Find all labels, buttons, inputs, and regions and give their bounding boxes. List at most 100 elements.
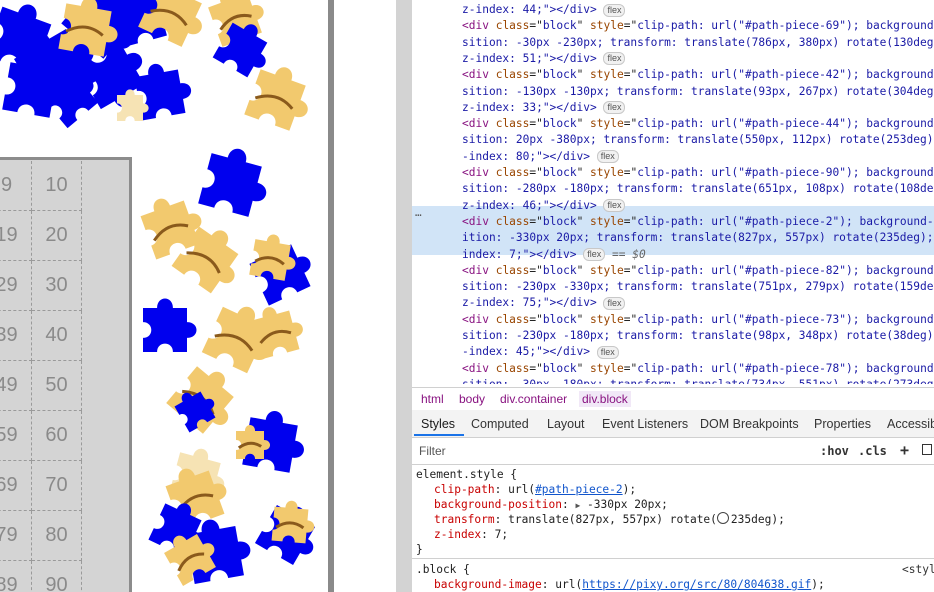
new-rule-button[interactable]: + (900, 441, 909, 459)
dom-node-line[interactable]: -index: 80;"></div> flex (462, 149, 619, 165)
toggle-sidebar-icon[interactable] (922, 444, 932, 455)
decl-value: 7; (494, 528, 509, 541)
node-actions-icon[interactable]: … (415, 206, 422, 219)
angle-clock-icon[interactable] (716, 512, 729, 524)
breadcrumb-item[interactable]: div.container (497, 391, 570, 407)
attr-value: clip-path: url("#path-piece-78"); backgr… (637, 361, 934, 375)
dom-node-line[interactable]: z-index: 33;"></div> flex (462, 100, 626, 116)
dom-node-line[interactable]: <div class="block" style="clip-path: url… (462, 67, 934, 83)
flex-badge[interactable]: flex (596, 150, 619, 164)
board-cell[interactable]: 79 (0, 511, 32, 561)
tab-dom-breakpoints[interactable]: DOM Breakpoints (700, 417, 799, 431)
dom-node-line[interactable]: <div class="block" style="clip-path: url… (462, 116, 934, 132)
board-cell[interactable]: 40 (32, 311, 82, 361)
dom-node-line[interactable]: sition: -30px -230px; transform: transla… (462, 35, 934, 51)
puzzle-board[interactable]: 8910181920282930383940484950585960686970… (0, 157, 132, 592)
board-cell[interactable]: 70 (32, 461, 82, 511)
board-cell[interactable]: 89 (0, 561, 32, 592)
board-cell[interactable]: 69 (0, 461, 32, 511)
decl-value-post: ); (622, 483, 637, 496)
dom-node-line[interactable]: -index: 45;"></div> flex (462, 344, 619, 360)
board-cell[interactable]: 50 (32, 361, 82, 411)
styles-pane: element.style { clip-path: url(#path-pie… (412, 465, 934, 592)
decl-value-pre: url( (555, 578, 583, 591)
hover-state-button[interactable]: :hov (820, 444, 849, 458)
decl-background-image[interactable]: background-image: url(https://pixy.org/s… (434, 577, 825, 592)
decl-value-post: 235deg); (730, 513, 785, 526)
attr-value: block (542, 117, 577, 131)
class-toggle-button[interactable]: .cls (858, 444, 887, 458)
flex-badge[interactable]: flex (603, 296, 626, 310)
tab-properties[interactable]: Properties (814, 417, 871, 431)
board-cell[interactable]: 10 (32, 161, 82, 211)
filter-input[interactable]: Filter (419, 444, 446, 458)
dom-node-line[interactable]: sition: 20px -380px; transform: translat… (462, 132, 934, 148)
sidebar-tabs: Styles Computed Layout Event Listeners DOM B… (412, 410, 934, 438)
puzzle-piece[interactable] (143, 298, 197, 352)
board-cell[interactable]: 80 (32, 511, 82, 561)
attr-value: z-index: 44;"></div> (462, 3, 597, 16)
dom-node-line[interactable]: z-index: 75;"></div> flex (462, 295, 626, 311)
attr-name: class (495, 19, 530, 33)
tab-computed[interactable]: Computed (471, 417, 529, 431)
attr-value: -index: 80;"></div> (462, 149, 590, 163)
dom-node-line[interactable]: sition: -230px -180px; transform: transl… (462, 328, 934, 344)
dom-node-line[interactable]: <div class="block" style="clip-path: url… (462, 361, 934, 377)
attr-name: class (495, 68, 530, 82)
attr-name: style (590, 214, 624, 228)
flex-badge[interactable]: flex (596, 345, 619, 359)
dom-node-line[interactable]: <div class="block" style="clip-path: url… (462, 263, 934, 279)
panel-divider[interactable] (396, 0, 412, 592)
dom-node-line[interactable]: sition: -130px -130px; transform: transl… (462, 84, 934, 100)
decl-z-index[interactable]: z-index: 7; (434, 527, 508, 542)
rule-source-link[interactable]: <styl (902, 562, 934, 577)
dom-node-line[interactable]: z-index: 44;"></div> flex (462, 2, 626, 18)
board-cell[interactable]: 90 (32, 561, 82, 592)
board-cell[interactable]: 19 (0, 211, 32, 261)
dom-node-line[interactable]: sition: -280px -180px; transform: transl… (462, 181, 934, 197)
flex-badge[interactable]: flex (603, 52, 626, 66)
board-cell[interactable]: 30 (32, 261, 82, 311)
board-cell[interactable]: 29 (0, 261, 32, 311)
decl-transform[interactable]: transform: translate(827px, 557px) rotat… (434, 512, 785, 527)
dom-node-line[interactable]: z-index: 46;"></div> flex (462, 198, 626, 214)
decl-link[interactable]: https://pixy.org/src/80/804638.gif (582, 578, 811, 591)
flex-badge[interactable]: flex (603, 101, 626, 115)
tab-layout[interactable]: Layout (547, 417, 585, 431)
board-cell[interactable]: 49 (0, 361, 32, 411)
board-cell[interactable]: 20 (32, 211, 82, 261)
dom-node-line[interactable]: sition: -30px -180px; transform: transla… (462, 377, 934, 384)
block-rule-selector: .block { (416, 563, 470, 576)
dom-node-line[interactable]: <div class="block" style="clip-path: url… (462, 18, 934, 34)
attr-value: z-index: 46;"></div> (462, 198, 597, 212)
board-cell[interactable]: 59 (0, 411, 32, 461)
decl-background-position[interactable]: background-position: ▶ -330px 20px; (434, 497, 668, 512)
decl-link[interactable]: #path-piece-2 (535, 483, 623, 496)
puzzle-piece[interactable] (198, 142, 275, 219)
tab-event-listeners[interactable]: Event Listeners (602, 417, 688, 431)
breadcrumb-item[interactable]: div.block (579, 391, 631, 407)
tab-accessibi[interactable]: Accessibi (887, 417, 934, 431)
board-cell[interactable]: 39 (0, 311, 32, 361)
dom-node-line[interactable]: <div class="block" style="clip-path: url… (462, 312, 934, 328)
flex-badge[interactable]: flex (583, 248, 606, 261)
dom-node-line[interactable]: z-index: 51;"></div> flex (462, 51, 626, 67)
tag-open: <div (462, 117, 489, 131)
breadcrumb-item[interactable]: body (456, 391, 488, 407)
flex-badge[interactable]: flex (603, 3, 626, 17)
elements-tree[interactable]: … z-index: 44;"></div> flex <div class="b… (412, 0, 934, 384)
flex-badge[interactable]: flex (603, 199, 626, 213)
puzzle-piece[interactable] (244, 59, 319, 134)
dom-node-line[interactable]: <div class="block" style="clip-path: url… (462, 214, 934, 230)
tab-styles[interactable]: Styles (421, 417, 455, 431)
breadcrumb-item[interactable]: html (418, 391, 447, 407)
tag-open: <div (462, 263, 489, 277)
decl-clip-path[interactable]: clip-path: url(#path-piece-2); (434, 482, 636, 497)
expand-triangle-icon[interactable]: ▶ (575, 501, 580, 510)
board-cell[interactable]: 60 (32, 411, 82, 461)
dom-node-line[interactable]: sition: -230px -330px; transform: transl… (462, 279, 934, 295)
dom-node-line[interactable]: index: 7;"></div> flex == $0 (462, 247, 646, 263)
board-cell[interactable]: 9 (0, 161, 32, 211)
dom-node-line[interactable]: ition: -330px 20px; transform: translate… (462, 230, 934, 246)
dom-node-line[interactable]: <div class="block" style="clip-path: url… (462, 165, 934, 181)
